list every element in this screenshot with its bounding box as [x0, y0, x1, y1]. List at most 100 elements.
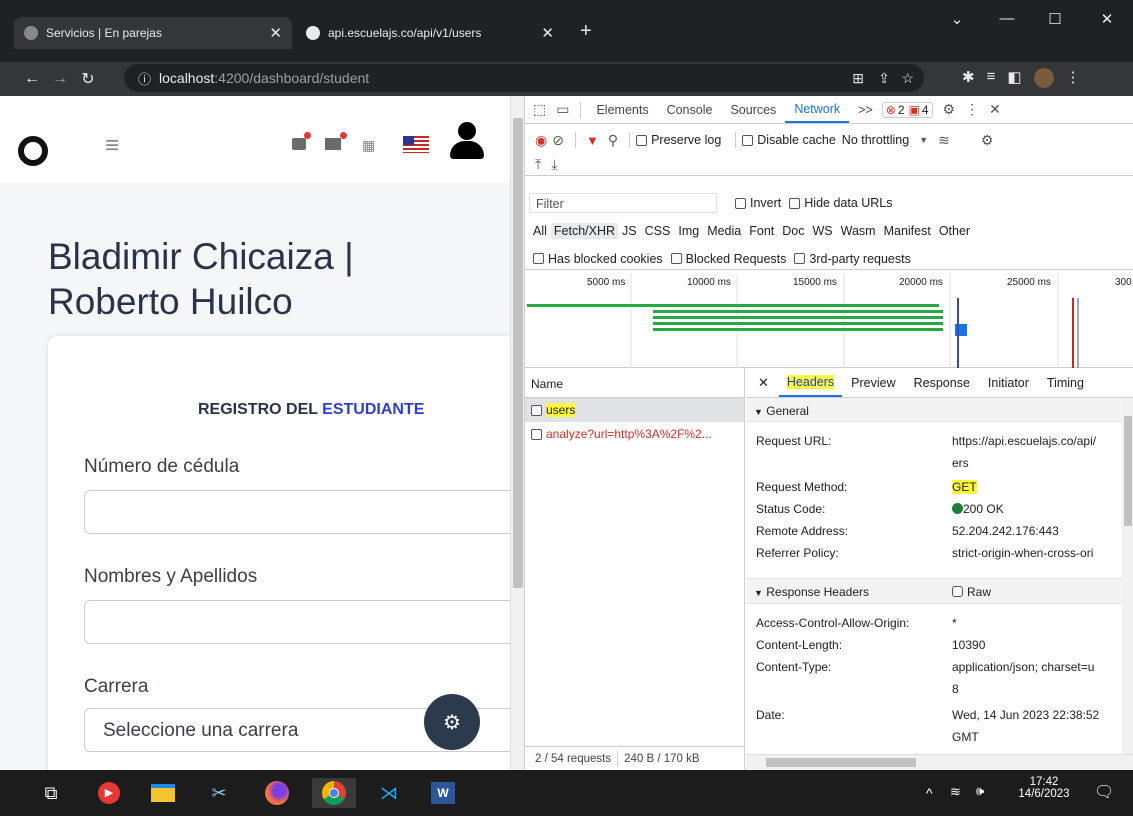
apps-grid-icon[interactable]: ▦	[362, 137, 375, 154]
issues-counter[interactable]: ⊗ 2 ▣ 4	[881, 101, 933, 118]
minimize-button[interactable]: —	[992, 10, 1022, 27]
new-tab-button[interactable]: +	[580, 20, 592, 43]
type-filter-manifest[interactable]: Manifest	[884, 224, 931, 238]
type-filter-font[interactable]: Font	[749, 224, 774, 238]
bookmark-star-icon[interactable]: ☆	[901, 70, 914, 87]
address-bar[interactable]: ⓘ localhost:4200/dashboard/student ⊞ ⇪ ☆	[124, 64, 924, 92]
tab-sources[interactable]: Sources	[721, 103, 785, 117]
type-filter-css[interactable]: CSS	[645, 224, 671, 238]
share-icon[interactable]: ⇪	[878, 70, 890, 87]
nombres-input[interactable]	[84, 600, 510, 644]
media-player-icon[interactable]: ▶	[94, 778, 124, 808]
system-clock[interactable]: 17:42 14/6/2023	[1014, 776, 1074, 800]
device-toolbar-icon[interactable]: ▭	[556, 101, 569, 118]
export-har-icon[interactable]: ⤓	[551, 156, 557, 173]
inspect-element-icon[interactable]: ⬚	[533, 101, 546, 118]
raw-checkbox[interactable]	[952, 586, 963, 597]
clear-icon[interactable]: ⊘	[552, 132, 564, 149]
request-row-users[interactable]: users	[525, 398, 744, 422]
chat-icon[interactable]	[292, 138, 306, 150]
detail-vertical-scrollbar[interactable]	[1122, 398, 1133, 754]
blocked-requests-checkbox[interactable]	[670, 253, 682, 264]
type-filter-media[interactable]: Media	[707, 224, 741, 238]
network-overview-timeline[interactable]: 5000 ms 10000 ms 15000 ms 20000 ms 25000…	[525, 274, 1133, 368]
info-icon[interactable]: ⓘ	[138, 69, 151, 88]
type-filter-ws[interactable]: WS	[812, 224, 832, 238]
close-detail-icon[interactable]: ✕	[758, 375, 769, 391]
detail-horizontal-scrollbar[interactable]	[746, 754, 1133, 770]
name-column-header[interactable]: Name	[525, 368, 744, 398]
firefox-icon[interactable]	[262, 778, 292, 808]
app-logo[interactable]	[18, 136, 48, 166]
devtools-menu-icon[interactable]: ⋮	[965, 101, 979, 118]
disable-cache-checkbox[interactable]	[742, 134, 754, 146]
forward-arrow-icon[interactable]: →	[46, 70, 74, 88]
settings-gear-icon[interactable]: ⚙	[943, 101, 956, 118]
third-party-checkbox[interactable]	[794, 253, 806, 264]
task-view-icon[interactable]: ⧉	[36, 778, 66, 808]
blocked-cookies-checkbox[interactable]	[533, 253, 544, 264]
hamburger-menu-icon[interactable]: ≡	[105, 132, 119, 160]
word-icon[interactable]: W	[428, 778, 458, 808]
vscode-icon[interactable]: ⋊	[374, 778, 404, 808]
chrome-menu-icon[interactable]: ⋮	[1066, 68, 1081, 88]
close-devtools-icon[interactable]: ✕	[989, 101, 1001, 118]
type-filter-other[interactable]: Other	[939, 224, 970, 238]
type-filter-doc[interactable]: Doc	[782, 224, 804, 238]
us-flag-icon[interactable]	[403, 136, 429, 153]
record-icon[interactable]: ◉	[535, 132, 547, 149]
filter-funnel-icon[interactable]: ▼	[586, 133, 599, 148]
show-hidden-icons-icon[interactable]: ^	[926, 785, 933, 801]
type-filter-fetch-xhr[interactable]: Fetch/XHR	[550, 223, 619, 239]
close-window-button[interactable]: ✕	[1092, 10, 1122, 28]
volume-icon[interactable]: 🕪	[976, 783, 984, 799]
general-section-header[interactable]: ▼ General	[746, 398, 1133, 422]
cedula-input[interactable]	[84, 490, 510, 534]
maximize-button[interactable]: ☐	[1040, 10, 1070, 28]
more-tabs-button[interactable]: >>	[849, 103, 882, 117]
page-scrollbar[interactable]	[510, 96, 524, 770]
wifi-icon[interactable]: ≋	[950, 784, 961, 800]
invert-checkbox[interactable]	[735, 197, 746, 209]
network-settings-icon[interactable]: ⚙	[981, 132, 994, 149]
tab-search-chevron-icon[interactable]: ⌄	[942, 10, 972, 28]
tab-timing[interactable]: Timing	[1038, 376, 1093, 390]
browser-tab-api-users[interactable]: api.escuelajs.co/api/v1/users ✕	[296, 17, 564, 49]
tab-elements[interactable]: Elements	[587, 103, 657, 117]
search-icon[interactable]: ⚲	[608, 132, 618, 149]
type-filter-all[interactable]: All	[533, 224, 547, 238]
reload-icon[interactable]: ↻	[74, 69, 102, 89]
tab-initiator[interactable]: Initiator	[979, 376, 1038, 390]
scrollbar-thumb[interactable]	[513, 118, 523, 588]
settings-gear-button[interactable]: ⚙	[424, 694, 480, 750]
preserve-log-checkbox[interactable]	[636, 134, 648, 146]
type-filter-js[interactable]: JS	[622, 224, 637, 238]
reading-list-icon[interactable]: ≡	[987, 68, 996, 88]
tab-console[interactable]: Console	[658, 103, 722, 117]
chevron-down-icon[interactable]: ▼	[919, 135, 928, 145]
notifications-icon[interactable]: 🗨	[1094, 782, 1114, 802]
type-filter-img[interactable]: Img	[678, 224, 699, 238]
import-har-icon[interactable]: ⤒	[535, 156, 541, 173]
snipping-tool-icon[interactable]: ✂	[204, 778, 234, 808]
close-tab-icon[interactable]: ✕	[269, 24, 282, 42]
side-panel-icon[interactable]: ◧	[1007, 68, 1021, 88]
mail-icon[interactable]	[325, 138, 341, 150]
chrome-icon[interactable]	[312, 778, 356, 808]
request-row-analyze[interactable]: analyze?url=http%3A%2F%2...	[525, 422, 744, 446]
close-tab-icon[interactable]: ✕	[541, 24, 554, 42]
throttling-select[interactable]: No throttling	[842, 133, 909, 147]
hide-data-urls-checkbox[interactable]	[789, 197, 801, 209]
back-arrow-icon[interactable]: ←	[18, 70, 46, 88]
filter-input[interactable]: Filter	[529, 193, 717, 213]
translate-icon[interactable]: ⊞	[852, 70, 864, 87]
scrollbar-thumb[interactable]	[1124, 416, 1132, 526]
type-filter-wasm[interactable]: Wasm	[841, 224, 876, 238]
user-avatar-icon[interactable]	[450, 122, 484, 160]
tab-preview[interactable]: Preview	[842, 376, 904, 390]
response-headers-section-header[interactable]: ▼ Response Headers Raw	[746, 578, 1133, 604]
browser-tab-servicios[interactable]: Servicios | En parejas ✕	[14, 17, 292, 49]
tab-response[interactable]: Response	[905, 376, 979, 390]
scrollbar-thumb[interactable]	[766, 758, 916, 767]
network-conditions-icon[interactable]: ≋	[938, 132, 950, 149]
